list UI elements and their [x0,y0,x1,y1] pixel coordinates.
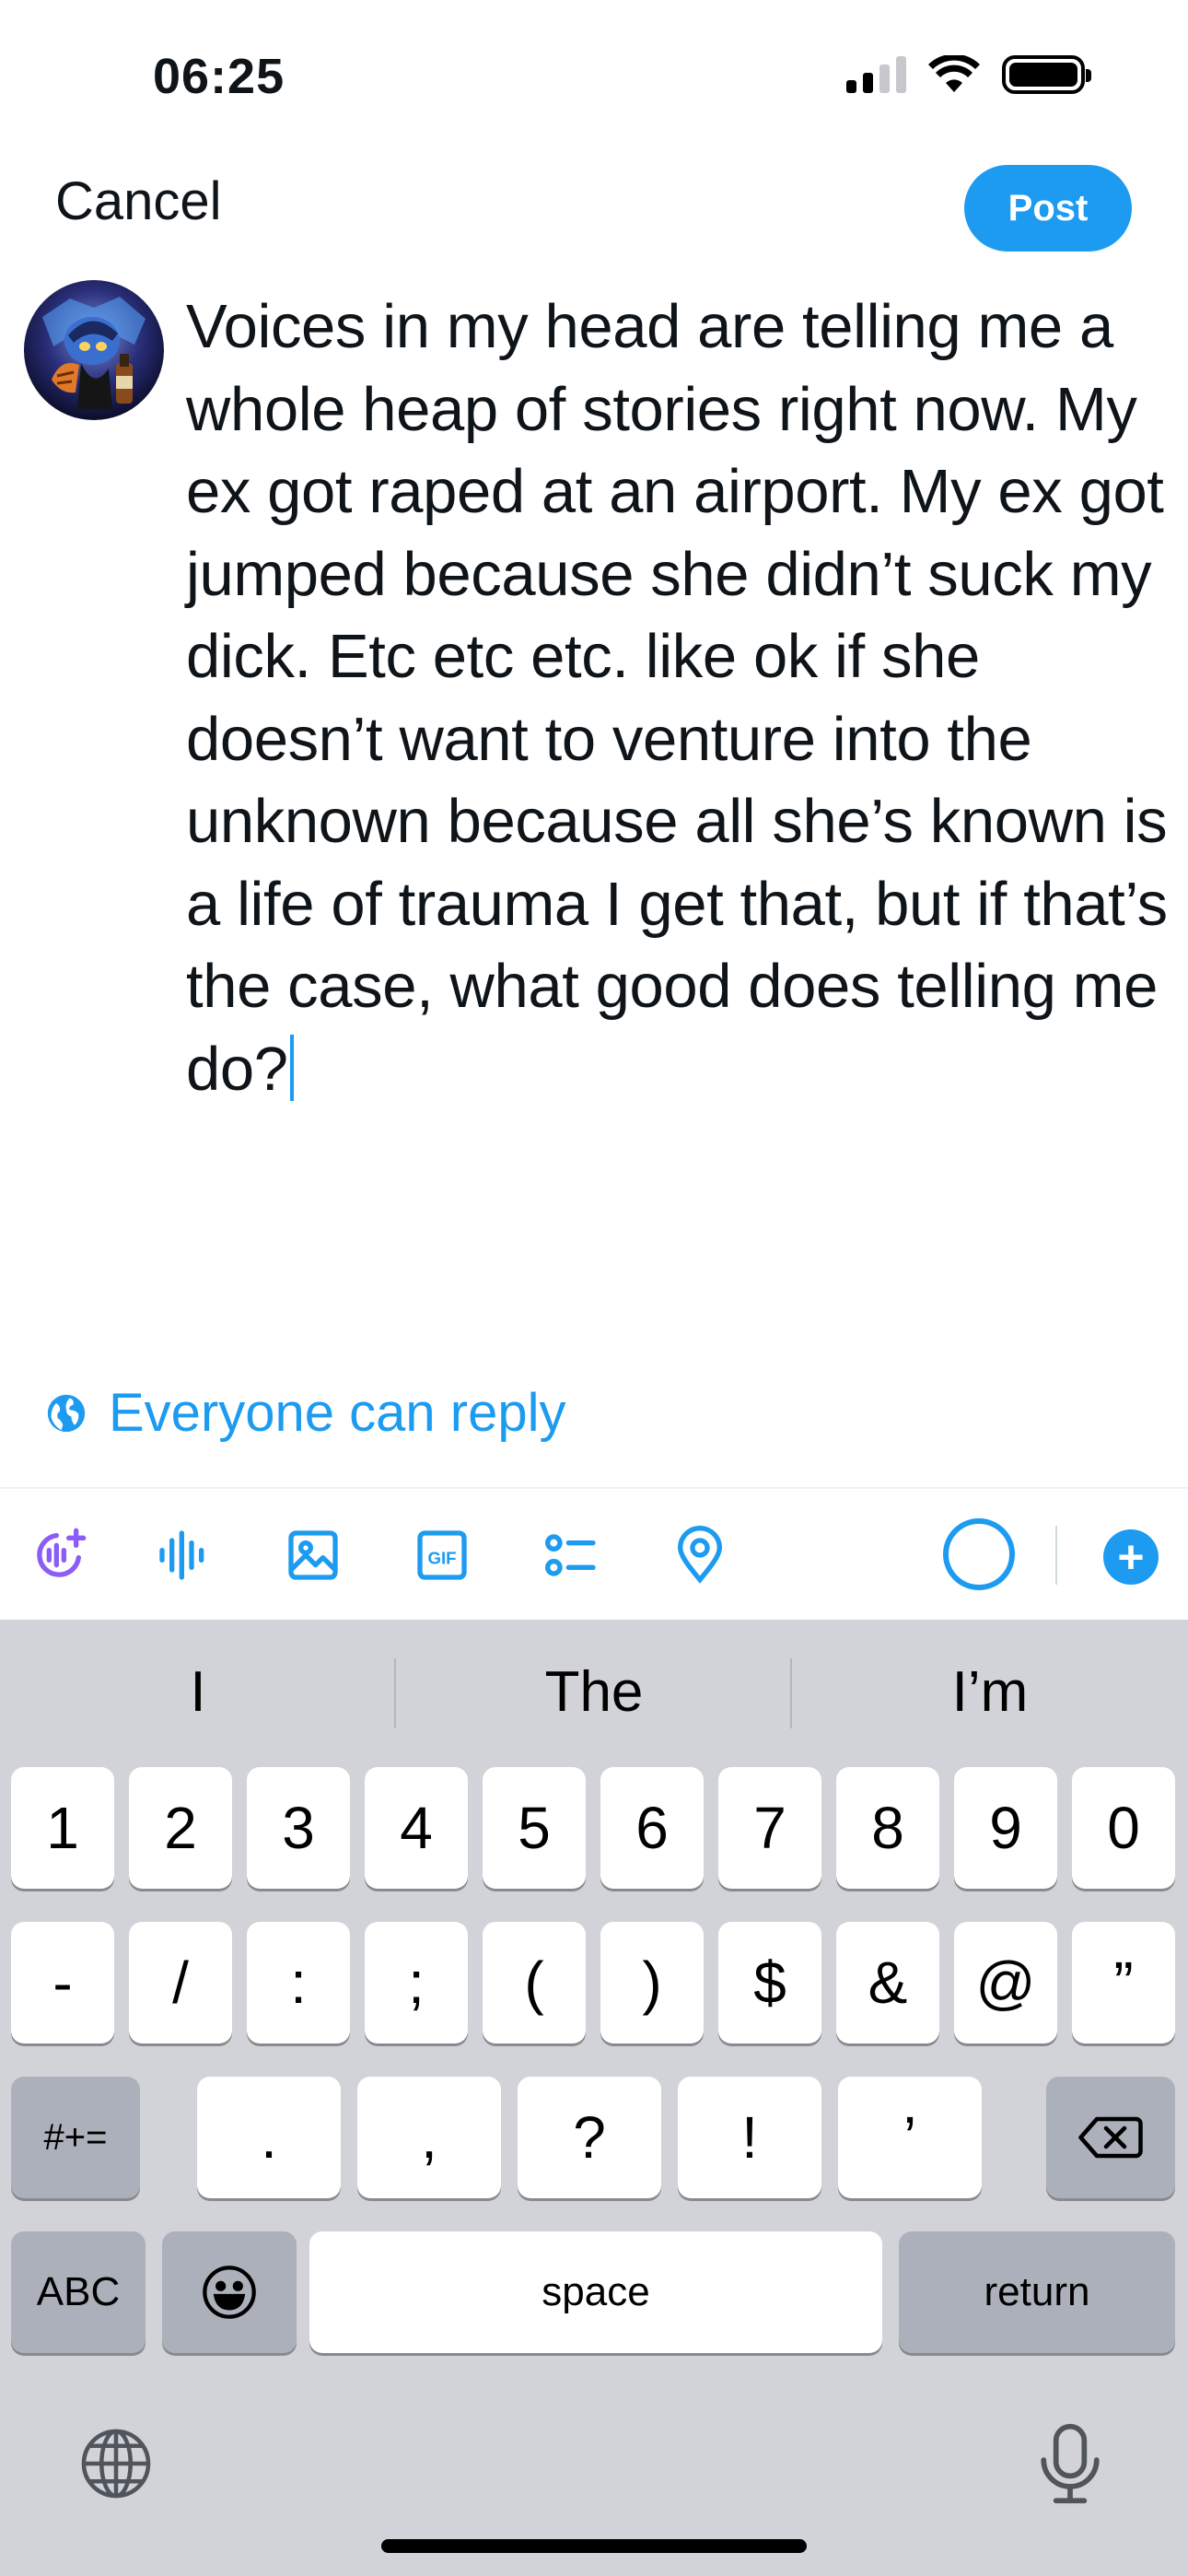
key-0[interactable]: 0 [1072,1767,1175,1889]
cellular-signal-icon [846,56,906,93]
key-4[interactable]: 4 [365,1767,468,1889]
wifi-icon [928,55,980,92]
key-hyphen[interactable]: - [11,1922,114,2043]
gif-icon[interactable]: GIF [409,1522,475,1588]
reply-settings-button[interactable]: Everyone can reply [46,1382,565,1444]
compose-toolbar: GIF + [0,1493,1188,1620]
space-key[interactable]: space [309,2231,882,2353]
add-thread-button[interactable]: + [1103,1529,1159,1585]
key-3[interactable]: 3 [247,1767,350,1889]
grok-icon[interactable] [26,1522,92,1588]
image-icon[interactable] [280,1522,346,1588]
key-8[interactable]: 8 [836,1767,939,1889]
text-caret [289,1034,294,1101]
key-2[interactable]: 2 [129,1767,232,1889]
backspace-icon [1078,2116,1143,2159]
key-close-paren[interactable]: ) [600,1922,704,2043]
key-at[interactable]: @ [954,1922,1057,2043]
cancel-button[interactable]: Cancel [55,170,222,232]
abc-key[interactable]: ABC [11,2231,146,2353]
key-semicolon[interactable]: ; [365,1922,468,2043]
keyboard: I The I’m 1 2 3 4 5 6 7 8 9 0 - / : ; ( … [0,1620,1188,2576]
suggestion-1[interactable]: I [0,1620,396,1763]
status-icons [846,55,1091,94]
post-button[interactable]: Post [964,165,1132,252]
globe-keyboard-icon[interactable] [77,2425,155,2507]
svg-text:GIF: GIF [427,1548,456,1567]
avatar[interactable] [24,280,164,420]
toolbar-separator [1055,1526,1057,1585]
battery-icon [1002,55,1091,94]
emoji-key[interactable] [162,2231,297,2353]
key-question[interactable]: ? [518,2077,661,2198]
key-dollar[interactable]: $ [718,1922,821,2043]
poll-icon[interactable] [538,1522,604,1588]
character-count-progress [943,1518,1015,1590]
voice-icon[interactable] [151,1522,217,1588]
key-7[interactable]: 7 [718,1767,821,1889]
microphone-icon[interactable] [1033,2421,1107,2511]
key-9[interactable]: 9 [954,1767,1057,1889]
globe-icon [47,1394,86,1432]
suggestion-3[interactable]: I’m [792,1620,1188,1763]
key-ampersand[interactable]: & [836,1922,939,2043]
emoji-icon [203,2266,256,2319]
symbols-toggle-key[interactable]: #+= [11,2077,140,2198]
key-slash[interactable]: / [129,1922,232,2043]
key-quote[interactable]: ” [1072,1922,1175,2043]
location-icon[interactable] [667,1522,733,1588]
return-key[interactable]: return [899,2231,1175,2353]
key-colon[interactable]: : [247,1922,350,2043]
delete-key[interactable] [1046,2077,1175,2198]
key-period[interactable]: . [197,2077,341,2198]
tweet-compose-text[interactable]: Voices in my head are telling me a whole… [186,286,1181,1110]
home-indicator[interactable] [381,2539,807,2553]
key-comma[interactable]: , [357,2077,501,2198]
key-open-paren[interactable]: ( [483,1922,586,2043]
key-6[interactable]: 6 [600,1767,704,1889]
key-1[interactable]: 1 [11,1767,114,1889]
key-apostrophe[interactable]: ’ [838,2077,982,2198]
toolbar-divider [0,1487,1188,1489]
suggestion-2[interactable]: The [396,1620,792,1763]
key-5[interactable]: 5 [483,1767,586,1889]
status-time: 06:25 [153,49,285,104]
key-exclamation[interactable]: ! [678,2077,821,2198]
predictive-bar: I The I’m [0,1620,1188,1763]
status-bar: 06:25 [0,0,1188,157]
reply-settings-label: Everyone can reply [109,1383,566,1443]
compose-text-content: Voices in my head are telling me a whole… [186,292,1168,1104]
